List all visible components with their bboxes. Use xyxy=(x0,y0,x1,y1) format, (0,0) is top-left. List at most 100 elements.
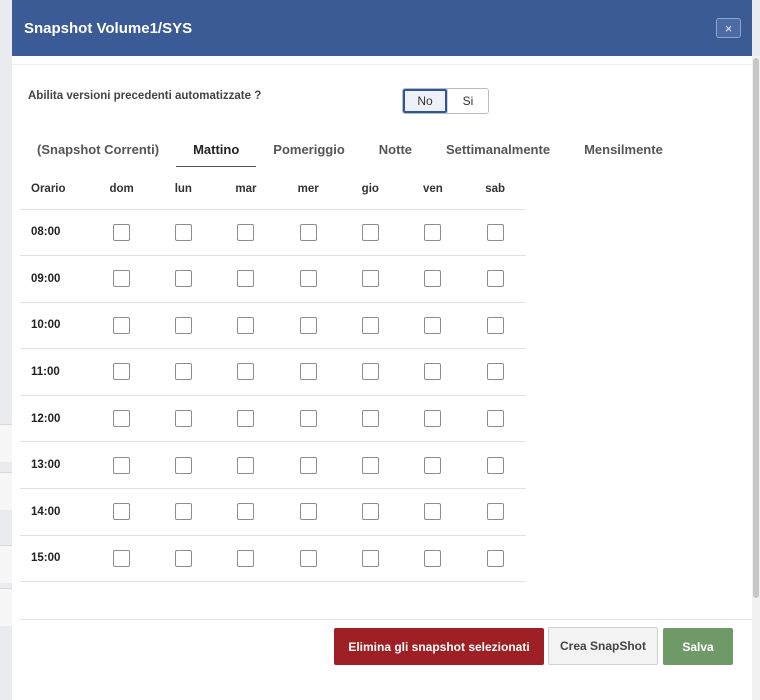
close-icon: × xyxy=(724,20,733,36)
schedule-cell xyxy=(464,441,526,490)
schedule-checkbox[interactable] xyxy=(237,223,255,241)
schedule-checkbox[interactable] xyxy=(361,549,379,567)
schedule-cell xyxy=(277,302,340,350)
table-row: 14:00 xyxy=(20,488,526,536)
auto-versions-label: Abilita versioni precedenti automatizzat… xyxy=(28,90,262,102)
schedule-checkbox[interactable] xyxy=(113,270,131,288)
schedule-checkbox[interactable] xyxy=(486,409,504,427)
schedule-cell xyxy=(277,348,340,396)
schedule-cell xyxy=(464,535,526,583)
time-label: 08:00 xyxy=(20,209,92,257)
schedule-checkbox[interactable] xyxy=(113,503,131,521)
schedule-checkbox[interactable] xyxy=(174,409,192,427)
create-snapshot-button[interactable]: Crea SnapShot xyxy=(548,627,658,665)
schedule-cell xyxy=(277,255,340,303)
schedule-checkbox[interactable] xyxy=(299,223,317,241)
schedule-checkbox[interactable] xyxy=(424,363,442,381)
column-header-day: dom xyxy=(91,169,153,210)
schedule-checkbox[interactable] xyxy=(299,409,317,427)
schedule-checkbox[interactable] xyxy=(361,409,379,427)
schedule-checkbox[interactable] xyxy=(113,456,131,474)
schedule-checkbox[interactable] xyxy=(237,270,255,288)
schedule-checkbox[interactable] xyxy=(424,409,442,427)
auto-versions-toggle[interactable]: No Si xyxy=(402,88,489,114)
schedule-cell xyxy=(401,535,465,583)
schedule-checkbox[interactable] xyxy=(237,363,255,381)
tab-pomeriggio[interactable]: Pomeriggio xyxy=(256,132,362,167)
modal-header: Snapshot Volume1/SYS × xyxy=(12,0,752,56)
schedule-cell xyxy=(401,209,465,257)
save-button[interactable]: Salva xyxy=(663,628,733,665)
schedule-checkbox[interactable] xyxy=(174,549,192,567)
schedule-checkbox[interactable] xyxy=(113,549,131,567)
schedule-cell xyxy=(277,209,340,257)
schedule-checkbox[interactable] xyxy=(174,503,192,521)
tab-mattino[interactable]: Mattino xyxy=(176,132,257,167)
schedule-checkbox[interactable] xyxy=(113,316,131,334)
toggle-option-si[interactable]: Si xyxy=(447,89,488,113)
schedule-cell xyxy=(214,395,278,443)
tab-snapshot-correnti[interactable]: (Snapshot Correnti) xyxy=(20,132,176,167)
schedule-checkbox[interactable] xyxy=(174,363,192,381)
schedule-checkbox[interactable] xyxy=(174,223,192,241)
schedule-checkbox[interactable] xyxy=(299,316,317,334)
schedule-checkbox[interactable] xyxy=(174,316,192,334)
delete-snapshots-button[interactable]: Elimina gli snapshot selezionati xyxy=(334,628,544,665)
schedule-checkbox[interactable] xyxy=(486,223,504,241)
column-header-day: mar xyxy=(214,169,278,210)
tab-mensilmente[interactable]: Mensilmente xyxy=(567,132,680,167)
schedule-checkbox[interactable] xyxy=(486,316,504,334)
schedule-checkbox[interactable] xyxy=(424,456,442,474)
schedule-checkbox[interactable] xyxy=(174,270,192,288)
schedule-cell xyxy=(91,535,153,583)
schedule-checkbox[interactable] xyxy=(299,503,317,521)
schedule-checkbox[interactable] xyxy=(424,270,442,288)
schedule-checkbox[interactable] xyxy=(237,503,255,521)
schedule-tabs: (Snapshot Correnti) Mattino Pomeriggio N… xyxy=(20,132,680,167)
schedule-cell xyxy=(91,395,153,443)
schedule-checkbox[interactable] xyxy=(361,456,379,474)
schedule-checkbox[interactable] xyxy=(486,456,504,474)
schedule-checkbox[interactable] xyxy=(486,363,504,381)
schedule-checkbox[interactable] xyxy=(113,223,131,241)
schedule-checkbox[interactable] xyxy=(361,316,379,334)
schedule-checkbox[interactable] xyxy=(299,456,317,474)
schedule-checkbox[interactable] xyxy=(361,503,379,521)
schedule-checkbox[interactable] xyxy=(361,223,379,241)
tab-settimanalmente[interactable]: Settimanalmente xyxy=(429,132,567,167)
schedule-checkbox[interactable] xyxy=(237,409,255,427)
schedule-checkbox[interactable] xyxy=(299,270,317,288)
schedule-cell xyxy=(339,348,402,396)
schedule-cell xyxy=(464,348,526,396)
schedule-checkbox[interactable] xyxy=(424,549,442,567)
scrollbar[interactable] xyxy=(752,56,760,700)
schedule-checkbox[interactable] xyxy=(299,549,317,567)
toggle-option-no[interactable]: No xyxy=(403,89,447,113)
tab-notte[interactable]: Notte xyxy=(362,132,429,167)
close-button[interactable]: × xyxy=(716,18,741,38)
schedule-checkbox[interactable] xyxy=(424,223,442,241)
schedule-body: 08:00 09:00 10:00 11:00 12:00 13:00 14:00 15:00 xyxy=(20,209,526,583)
schedule-checkbox[interactable] xyxy=(237,549,255,567)
schedule-checkbox[interactable] xyxy=(237,316,255,334)
schedule-checkbox[interactable] xyxy=(486,549,504,567)
schedule-checkbox[interactable] xyxy=(486,270,504,288)
schedule-checkbox[interactable] xyxy=(113,409,131,427)
schedule-checkbox[interactable] xyxy=(361,363,379,381)
schedule-checkbox[interactable] xyxy=(486,503,504,521)
time-label: 10:00 xyxy=(20,302,92,350)
background-panel xyxy=(0,588,12,626)
schedule-checkbox[interactable] xyxy=(299,363,317,381)
schedule-checkbox[interactable] xyxy=(424,316,442,334)
schedule-cell xyxy=(152,395,215,443)
scrollbar-thumb[interactable] xyxy=(753,58,759,598)
schedule-checkbox[interactable] xyxy=(113,363,131,381)
schedule-checkbox[interactable] xyxy=(424,503,442,521)
schedule-checkbox[interactable] xyxy=(237,456,255,474)
schedule-cell xyxy=(214,255,278,303)
schedule-cell xyxy=(401,395,465,443)
header-divider xyxy=(12,56,752,65)
schedule-checkbox[interactable] xyxy=(174,456,192,474)
schedule-cell xyxy=(277,441,340,490)
schedule-checkbox[interactable] xyxy=(361,270,379,288)
